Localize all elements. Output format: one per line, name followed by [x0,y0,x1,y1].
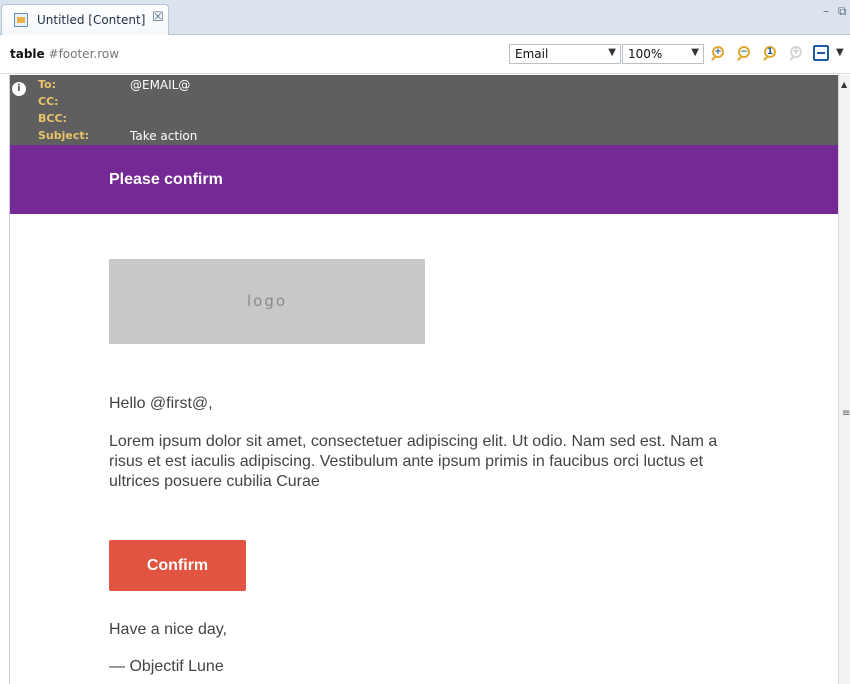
close-tab-icon[interactable]: ☒ [152,10,164,25]
vertical-scrollbar[interactable]: ▲ ≡ [838,75,850,684]
logo-text: logo [246,292,288,310]
signature-text: — Objectif Lune [109,658,224,675]
preview-toolbar: table #footer.row Email ▼ 100% ▼ + − 1 +… [0,36,850,74]
email-header-panel: i To: @EMAIL@ CC: BCC: Subject: Take act… [10,75,838,145]
zoom-level-value: 100% [628,47,663,61]
zoom-fit-icon: + [788,46,804,62]
subject-label: Subject: [38,129,90,142]
bcc-label: BCC: [38,112,67,125]
actual-size-icon[interactable]: 1 [762,46,778,62]
closing-text: Have a nice day, [109,621,227,638]
selection-breadcrumb: table #footer.row [10,47,119,61]
view-mode-value: Email [515,47,549,61]
email-banner: Please confirm [10,145,838,214]
to-value: @EMAIL@ [130,78,191,92]
tab-label: Untitled [Content] [37,13,146,27]
info-icon[interactable]: i [12,82,26,96]
banner-title: Please confirm [109,171,223,188]
greeting-text: Hello @first@, [109,395,213,412]
breadcrumb-element: table [10,47,45,61]
cc-label: CC: [38,95,59,108]
fit-width-icon[interactable] [813,45,829,61]
to-label: To: [38,78,56,91]
body-paragraph: Lorem ipsum dolor sit amet, consectetuer… [109,433,718,490]
breadcrumb-selector: #footer.row [48,47,120,61]
minimize-icon[interactable]: – [823,4,829,18]
scroll-grip-icon[interactable]: ≡ [842,408,850,419]
subject-value: Take action [130,129,198,143]
zoom-level-select[interactable]: 100% ▼ [622,44,704,64]
confirm-button[interactable]: Confirm [109,540,246,591]
scroll-up-icon[interactable]: ▲ [841,80,847,89]
document-icon [14,13,28,27]
view-mode-select[interactable]: Email ▼ [509,44,621,64]
tab-untitled-content[interactable]: Untitled [Content] ☒ [1,4,169,35]
zoom-in-icon[interactable]: + [710,46,726,62]
chevron-down-icon: ▼ [608,47,616,58]
logo-placeholder: logo [109,259,425,344]
email-content: logo Hello @first@, Lorem ipsum dolor si… [10,214,838,684]
left-margin [0,75,10,684]
zoom-out-icon[interactable]: − [736,46,752,62]
editor-tab-bar: Untitled [Content] ☒ – ⧉ [0,0,850,35]
chevron-down-icon: ▼ [691,47,699,58]
chevron-down-icon[interactable]: ▼ [836,47,844,58]
restore-icon[interactable]: ⧉ [838,4,847,19]
